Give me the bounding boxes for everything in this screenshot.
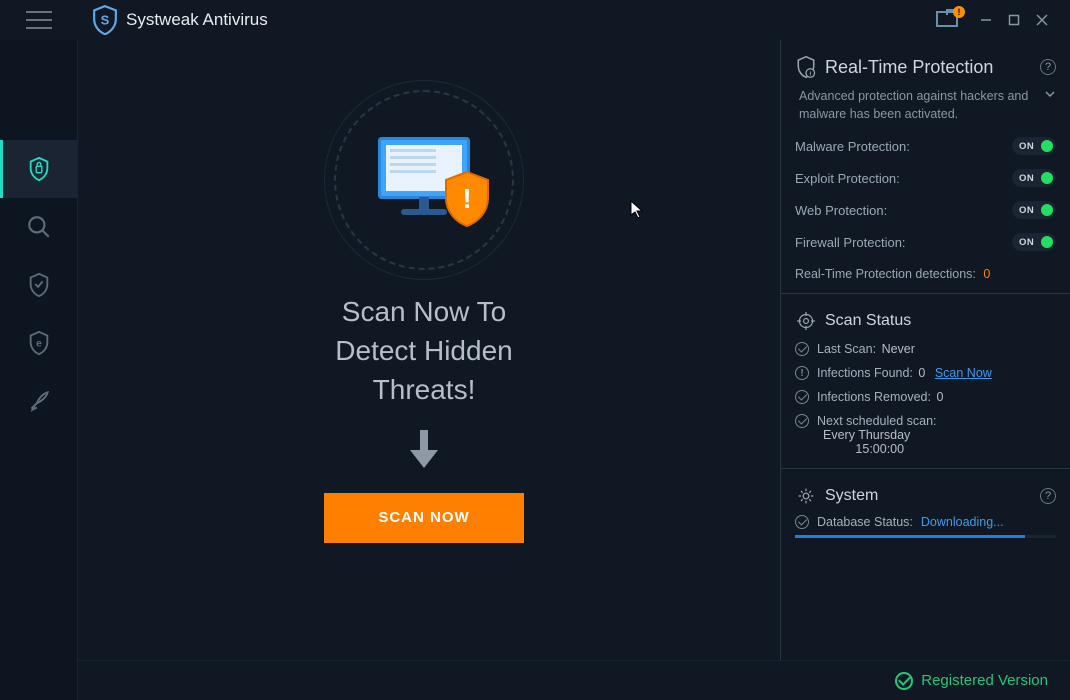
database-status-row: Database Status: Downloading... (795, 515, 1056, 529)
heading-line: Threats! (335, 370, 512, 409)
infections-found-row: ! Infections Found: 0 Scan Now (795, 366, 1056, 380)
target-icon (795, 310, 817, 332)
gear-icon (795, 485, 817, 507)
arrow-down-icon (406, 428, 442, 475)
next-scheduled-time: 15:00:00 (823, 442, 937, 456)
database-progress (795, 535, 1056, 538)
promo-icon[interactable]: ! (936, 11, 960, 29)
app-logo-icon: S (92, 7, 118, 33)
right-panel: i Real-Time Protection ? Advanced protec… (780, 40, 1070, 660)
malware-protection-toggle[interactable]: ON (1012, 137, 1056, 155)
database-status-value: Downloading... (921, 515, 1004, 529)
minimize-button[interactable] (972, 6, 1000, 34)
heading-line: Scan Now To (335, 292, 512, 331)
last-scan-value: Never (882, 342, 915, 356)
promo-badge: ! (953, 6, 965, 18)
section-realtime-protection: i Real-Time Protection ? Advanced protec… (781, 40, 1070, 294)
infections-removed-value: 0 (936, 390, 943, 404)
toggle-label: Malware Protection: (795, 139, 910, 154)
next-scheduled-row: Next scheduled scan: Every Thursday 15:0… (795, 414, 1056, 456)
heading-line: Detect Hidden (335, 331, 512, 370)
next-scheduled-value: Every Thursday (823, 428, 937, 442)
scan-now-button[interactable]: SCAN NOW (324, 493, 524, 543)
sidebar-item-status[interactable] (0, 140, 78, 198)
maximize-button[interactable] (1000, 6, 1028, 34)
detections-count: 0 (983, 267, 990, 281)
section-system: System ? Database Status: Downloading... (781, 469, 1070, 550)
check-icon (795, 342, 809, 356)
scan-illustration: ! (324, 90, 524, 270)
realtime-detections: Real-Time Protection detections: 0 (795, 267, 1056, 281)
realtime-heading: Real-Time Protection (825, 57, 993, 78)
menu-hamburger-button[interactable] (0, 0, 78, 40)
shield-info-icon: i (795, 56, 817, 78)
alert-shield-icon: ! (442, 170, 492, 228)
toggle-row-malware: Malware Protection: ON (795, 137, 1056, 155)
toggle-row-web: Web Protection: ON (795, 201, 1056, 219)
firewall-protection-toggle[interactable]: ON (1012, 233, 1056, 251)
toggle-label: Exploit Protection: (795, 171, 900, 186)
toggle-label: Firewall Protection: (795, 235, 906, 250)
toggle-row-firewall: Firewall Protection: ON (795, 233, 1056, 251)
svg-text:e: e (36, 339, 42, 350)
web-protection-toggle[interactable]: ON (1012, 201, 1056, 219)
main-panel: ! Scan Now To Detect Hidden Threats! SCA… (78, 40, 770, 660)
exploit-protection-toggle[interactable]: ON (1012, 169, 1056, 187)
scan-now-link[interactable]: Scan Now (935, 366, 992, 380)
realtime-description: Advanced protection against hackers and … (795, 88, 1056, 123)
last-scan-row: Last Scan: Never (795, 342, 1056, 356)
main-heading: Scan Now To Detect Hidden Threats! (335, 292, 512, 410)
svg-text:!: ! (462, 183, 471, 214)
toggle-label: Web Protection: (795, 203, 887, 218)
footer: Registered Version (78, 660, 1070, 700)
titlebar: S Systweak Antivirus ! (0, 0, 1070, 40)
check-icon (795, 515, 809, 529)
help-icon[interactable]: ? (1040, 59, 1056, 75)
sidebar-item-protection[interactable] (0, 256, 78, 314)
sidebar-item-scan[interactable] (0, 198, 78, 256)
check-icon (795, 390, 809, 404)
check-circle-icon (895, 672, 913, 690)
check-icon (795, 414, 809, 428)
sidebar: e (0, 40, 78, 700)
system-heading: System (825, 487, 878, 505)
infections-found-value: 0 (918, 366, 925, 380)
sidebar-item-web[interactable]: e (0, 314, 78, 372)
sidebar-item-optimize[interactable] (0, 372, 78, 430)
svg-text:S: S (101, 12, 110, 27)
toggle-row-exploit: Exploit Protection: ON (795, 169, 1056, 187)
infections-removed-row: Infections Removed: 0 (795, 390, 1056, 404)
info-icon: ! (795, 366, 809, 380)
help-icon[interactable]: ? (1040, 488, 1056, 504)
chevron-down-icon[interactable] (1044, 88, 1056, 106)
app-title: Systweak Antivirus (126, 10, 268, 30)
registered-version-badge: Registered Version (895, 672, 1048, 690)
section-scan-status: Scan Status Last Scan: Never ! Infection… (781, 294, 1070, 469)
scan-status-heading: Scan Status (825, 312, 911, 330)
close-button[interactable] (1028, 6, 1056, 34)
